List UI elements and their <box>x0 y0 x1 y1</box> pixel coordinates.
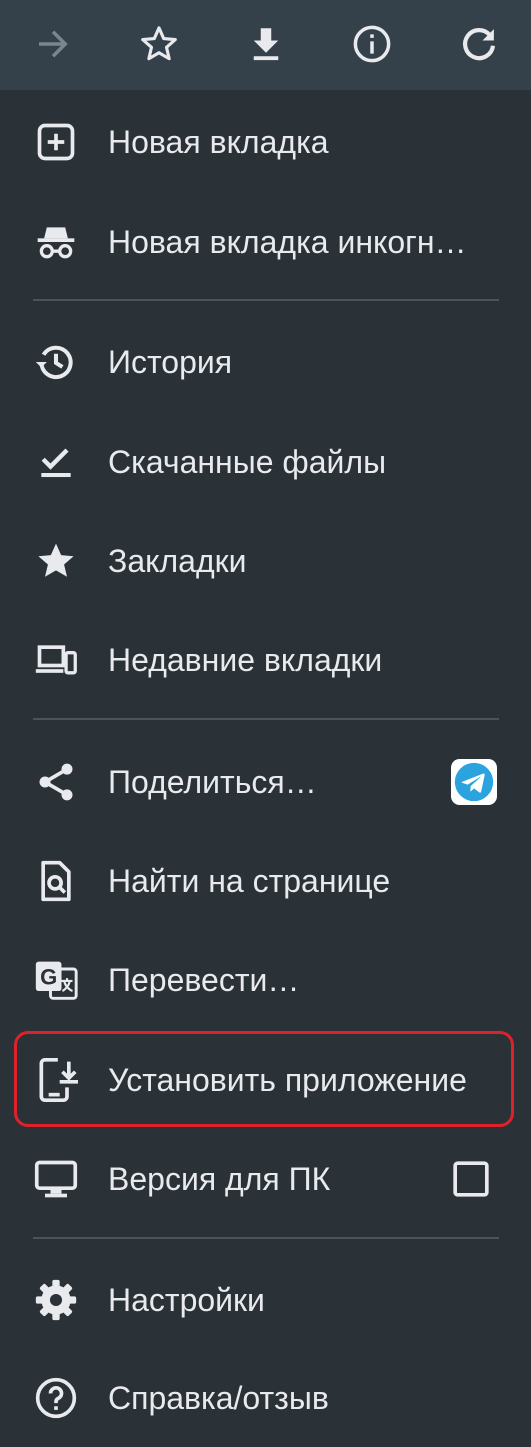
menu-item-incognito-tab[interactable]: Новая вкладка инкогн… <box>0 193 531 291</box>
help-icon <box>33 1375 79 1421</box>
menu-item-desktop-site[interactable]: Версия для ПК <box>0 1130 531 1228</box>
refresh-icon <box>463 28 496 61</box>
new-tab-icon <box>33 119 79 165</box>
page-info-button[interactable] <box>344 18 400 70</box>
translate-icon: G <box>33 957 79 1003</box>
download-button[interactable] <box>238 18 294 70</box>
bookmarks-star-icon <box>33 538 79 584</box>
forward-icon <box>39 30 68 58</box>
menu-item-label: Найти на странице <box>108 863 391 899</box>
downloaded-files-icon <box>33 439 79 485</box>
menu-item-label: Установить приложение <box>108 1062 467 1098</box>
menu-item-label: Недавние вкладки <box>108 642 383 678</box>
menu-item-recent-tabs[interactable]: Недавние вкладки <box>0 611 531 709</box>
menu-item-help[interactable]: Справка/отзыв <box>0 1349 531 1447</box>
menu-divider <box>33 718 499 720</box>
menu-item-find-in-page[interactable]: Найти на странице <box>0 832 531 930</box>
menu-item-settings[interactable]: Настройки <box>0 1251 531 1349</box>
devices-icon <box>33 637 79 683</box>
incognito-icon <box>33 219 79 265</box>
share-icon <box>33 759 79 805</box>
menu-item-label: История <box>108 344 233 380</box>
menu-item-new-tab[interactable]: Новая вкладка <box>0 93 531 191</box>
forward-button[interactable] <box>25 18 81 70</box>
desktop-icon <box>33 1156 79 1202</box>
menu-item-label: Версия для ПК <box>108 1161 331 1197</box>
telegram-icon <box>451 759 497 805</box>
svg-text:G: G <box>40 965 57 990</box>
menu-item-bookmarks[interactable]: Закладки <box>0 512 531 610</box>
menu-item-label: Скачанные файлы <box>108 444 387 480</box>
menu-divider <box>33 1237 499 1239</box>
menu-item-label: Поделиться… <box>108 764 317 800</box>
menu-item-label: Новая вкладка инкогн… <box>108 224 467 260</box>
browser-toolbar <box>0 0 531 90</box>
menu-item-label: Справка/отзыв <box>108 1380 329 1416</box>
bookmark-button[interactable] <box>131 18 187 70</box>
menu-item-label: Перевести… <box>108 962 300 998</box>
desktop-site-checkbox[interactable] <box>447 1155 495 1203</box>
menu-item-share[interactable]: Поделиться… <box>0 733 531 831</box>
refresh-button[interactable] <box>451 18 507 70</box>
gear-icon <box>33 1277 79 1323</box>
info-icon <box>353 25 391 63</box>
menu-item-label: Новая вкладка <box>108 124 329 160</box>
install-app-icon <box>33 1057 79 1103</box>
find-in-page-icon <box>33 858 79 904</box>
telegram-share-button[interactable] <box>450 758 498 806</box>
menu-item-history[interactable]: История <box>0 313 531 411</box>
menu-item-label: Настройки <box>108 1282 265 1318</box>
menu-item-downloads[interactable]: Скачанные файлы <box>0 413 531 511</box>
menu-item-install-app[interactable]: Установить приложение <box>0 1031 531 1129</box>
download-icon <box>253 28 279 61</box>
menu-divider <box>33 299 499 301</box>
star-icon <box>141 26 177 61</box>
menu-item-translate[interactable]: G Перевести… <box>0 931 531 1029</box>
history-icon <box>33 339 79 385</box>
menu-item-label: Закладки <box>108 543 247 579</box>
